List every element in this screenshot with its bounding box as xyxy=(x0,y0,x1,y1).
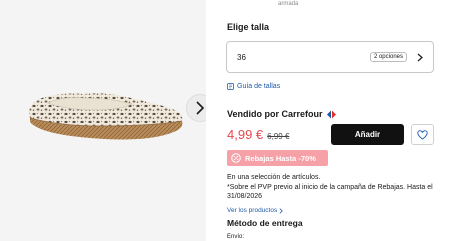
size-guide-link[interactable]: Guía de tallas xyxy=(227,83,280,90)
purchase-panel xyxy=(206,0,475,241)
size-selector[interactable]: 36 2 opciones xyxy=(226,41,434,73)
size-options-badge: 2 opciones xyxy=(369,52,407,62)
promo-badge-label: Rebajas Hasta -70% xyxy=(245,153,316,163)
chevron-right-icon xyxy=(279,207,284,214)
add-to-cart-button[interactable]: Añadir xyxy=(331,124,404,145)
promo-line-1: En una selección de artículos. xyxy=(227,174,321,181)
see-products-label: Ver los productos xyxy=(227,207,278,214)
promo-description: En una selección de artículos. *Sobre el… xyxy=(227,173,439,202)
size-guide-icon xyxy=(227,83,234,90)
discount-tag-icon xyxy=(231,153,241,163)
product-image-gallery xyxy=(0,0,206,241)
see-products-link[interactable]: Ver los productos xyxy=(227,207,284,214)
size-guide-label: Guía de tallas xyxy=(237,83,281,90)
carrefour-logo-icon xyxy=(326,110,336,118)
heart-icon xyxy=(417,129,428,140)
promo-badge: Rebajas Hasta -70% xyxy=(227,150,328,166)
delivery-method-title: Método de entrega xyxy=(227,218,303,228)
chevron-right-icon xyxy=(196,101,205,115)
promo-line-2: *Sobre el PVP previo al inicio de la cam… xyxy=(227,183,433,201)
current-price: 4,99 € xyxy=(227,127,264,142)
selected-size: 36 xyxy=(237,52,246,62)
product-image xyxy=(29,93,183,140)
seller-info: Vendido por Carrefour xyxy=(227,109,337,119)
favorite-button[interactable] xyxy=(411,124,434,145)
original-price: 6,99 € xyxy=(267,132,290,141)
product-subtitle-fragment: armada xyxy=(278,1,299,7)
shipping-label: Envío: xyxy=(227,234,245,240)
price-row: 4,99 € 6,99 € xyxy=(227,127,289,142)
size-section-title: Elige talla xyxy=(227,22,270,32)
seller-label: Vendido por Carrefour xyxy=(227,109,323,119)
chevron-right-icon xyxy=(417,53,423,61)
